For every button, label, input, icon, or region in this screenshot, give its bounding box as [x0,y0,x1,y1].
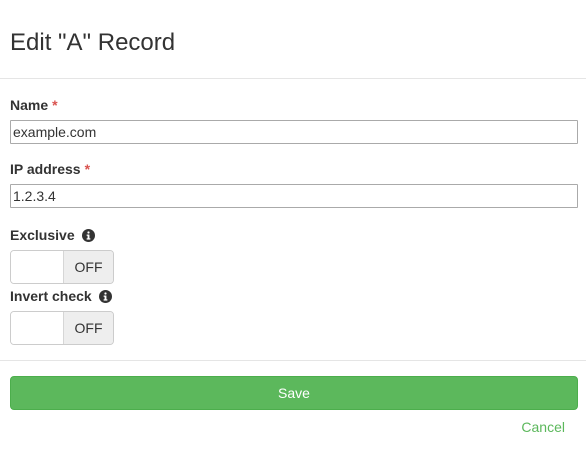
cancel-link[interactable]: Cancel [521,419,565,435]
exclusive-toggle[interactable]: OFF [10,250,114,284]
toggle-state-label: OFF [63,312,113,344]
exclusive-label-text: Exclusive [10,227,75,243]
invert-check-toggle[interactable]: OFF [10,311,114,345]
ip-address-label-text: IP address [10,161,81,177]
dialog-title: Edit "A" Record [10,29,176,56]
name-label-text: Name [10,97,49,113]
info-circle-icon[interactable] [98,289,112,303]
invert-check-label-text: Invert check [10,288,92,304]
name-label: Name * [10,97,58,113]
toggle-handle [11,312,63,344]
invert-check-label: Invert check [10,288,112,304]
exclusive-label: Exclusive [10,227,95,243]
info-circle-icon[interactable] [81,228,95,242]
save-button[interactable]: Save [10,376,578,410]
toggle-handle [11,251,63,283]
ip-address-label: IP address * [10,161,90,177]
ip-address-field[interactable] [10,184,578,208]
required-marker: * [52,97,58,113]
footer-divider [0,360,586,361]
name-field[interactable] [10,120,578,144]
toggle-state-label: OFF [63,251,113,283]
required-marker: * [84,161,91,177]
dialog-header: Edit "A" Record [0,0,586,79]
